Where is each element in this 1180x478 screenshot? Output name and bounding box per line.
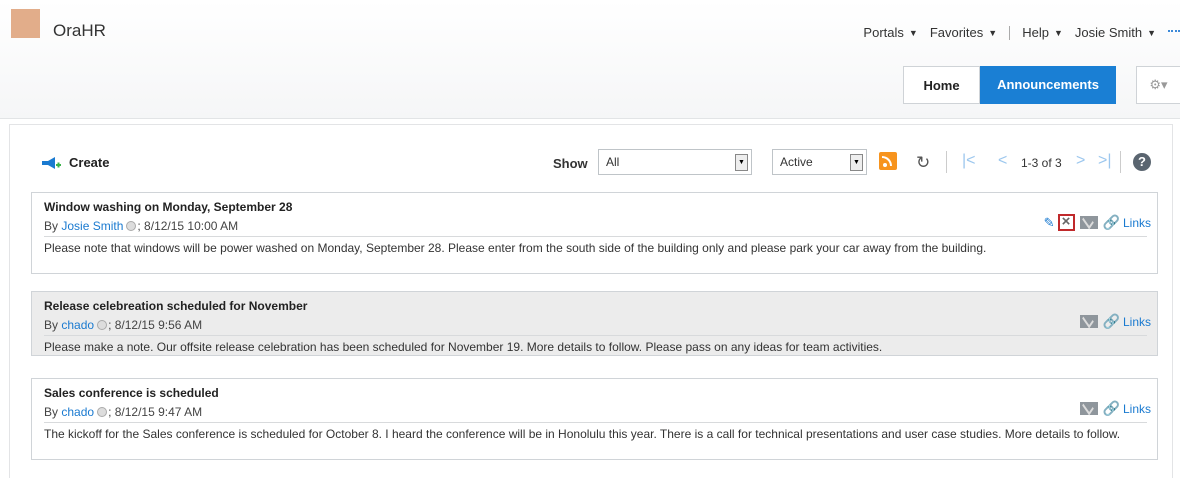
help-menu[interactable]: Help ▼ <box>1022 25 1063 40</box>
links-button[interactable]: Links <box>1123 216 1151 230</box>
tab-home[interactable]: Home <box>903 66 980 104</box>
portals-menu[interactable]: Portals ▼ <box>863 25 917 40</box>
announcement-title: Window washing on Monday, September 28 <box>44 200 293 214</box>
announcement-actions: 🔗 Links <box>1079 400 1151 417</box>
announcements-toolbar: Create Show All ▼ Active ▼ ↻ |< < 1-3 of… <box>10 147 1172 181</box>
announcement-item: Sales conference is scheduled By chado ; … <box>31 378 1158 460</box>
status-filter-value: Active <box>780 155 813 169</box>
email-icon[interactable] <box>1079 216 1098 229</box>
announcement-byline: By chado ; 8/12/15 9:56 AM <box>44 318 202 332</box>
delete-icon[interactable]: × <box>1057 214 1075 231</box>
chevron-down-icon: ▼ <box>1053 27 1063 38</box>
link-icon: 🔗 <box>1102 313 1120 329</box>
top-header: OraHR Portals ▼ Favorites ▼ Help ▼ Josie… <box>0 0 1180 119</box>
show-label: Show <box>553 156 588 171</box>
links-button[interactable]: Links <box>1123 402 1151 416</box>
help-label: Help <box>1022 25 1049 40</box>
announcement-item: Release celebreation scheduled for Novem… <box>31 291 1158 356</box>
link-icon: 🔗 <box>1102 214 1120 230</box>
next-page-icon[interactable]: > <box>1076 152 1085 170</box>
byline-prefix: By <box>44 219 59 233</box>
link-icon: 🔗 <box>1102 400 1120 416</box>
gear-icon[interactable]: ⚙▾ <box>1136 66 1180 104</box>
announcement-date: ; 8/12/15 9:56 AM <box>108 318 203 332</box>
announcement-byline: By chado ; 8/12/15 9:47 AM <box>44 405 202 419</box>
create-button[interactable]: Create <box>41 155 109 170</box>
favorites-menu[interactable]: Favorites ▼ <box>930 25 997 40</box>
divider <box>44 236 1147 237</box>
chevron-down-icon: ▼ <box>988 27 998 38</box>
divider <box>44 335 1147 336</box>
show-filter-value: All <box>606 155 620 169</box>
rss-feed-icon[interactable] <box>879 152 897 170</box>
author-link[interactable]: chado <box>61 405 94 419</box>
announcement-body: Please make a note. Our offsite release … <box>44 340 883 354</box>
chevron-down-icon: ▼ <box>1147 27 1156 38</box>
chevron-down-icon: ▼ <box>735 154 748 171</box>
toolbar-divider <box>1120 151 1121 173</box>
author-link[interactable]: Josie Smith <box>61 219 123 233</box>
announcement-title: Sales conference is scheduled <box>44 386 219 400</box>
app-title: OraHR <box>53 21 106 40</box>
show-filter-select[interactable]: All ▼ <box>598 149 752 175</box>
announcement-actions: ✎ × 🔗 Links <box>1044 214 1151 231</box>
create-label: Create <box>69 155 110 170</box>
divider <box>44 422 1147 423</box>
announcement-byline: By Josie Smith ; 8/12/15 10:00 AM <box>44 219 238 233</box>
announcement-body: Please note that windows will be power w… <box>44 241 987 255</box>
announcement-body: The kickoff for the Sales conference is … <box>44 427 1121 441</box>
first-page-icon[interactable]: |< <box>962 152 976 170</box>
app-logo <box>11 9 40 38</box>
announcement-actions: 🔗 Links <box>1079 313 1151 330</box>
user-menu[interactable]: Josie Smith ▼ <box>1075 25 1156 40</box>
presence-icon <box>97 407 108 417</box>
nav-divider <box>1009 25 1011 40</box>
global-nav: Portals ▼ Favorites ▼ Help ▼ Josie Smith… <box>863 25 1180 40</box>
chevron-down-icon: ▼ <box>908 27 918 38</box>
email-icon[interactable] <box>1079 315 1098 328</box>
author-link[interactable]: chado <box>61 318 94 332</box>
prev-page-icon[interactable]: < <box>998 152 1007 170</box>
byline-prefix: By <box>44 405 59 419</box>
refresh-icon[interactable]: ↻ <box>916 153 930 173</box>
tab-announcements[interactable]: Announcements <box>980 66 1116 104</box>
portals-label: Portals <box>863 25 904 40</box>
announcement-title: Release celebreation scheduled for Novem… <box>44 299 308 313</box>
megaphone-icon <box>42 156 61 169</box>
announcement-date: ; 8/12/15 10:00 AM <box>137 219 239 233</box>
more-icon[interactable] <box>1168 29 1180 36</box>
help-icon[interactable]: ? <box>1133 153 1151 171</box>
announcement-item: Window washing on Monday, September 28 B… <box>31 192 1158 274</box>
pager-status: 1-3 of 3 <box>1021 156 1062 170</box>
last-page-icon[interactable]: >| <box>1098 152 1112 170</box>
presence-icon <box>126 221 137 231</box>
page-tabs: Home Announcements <box>903 66 1116 104</box>
status-filter-select[interactable]: Active ▼ <box>772 149 867 175</box>
edit-icon[interactable]: ✎ <box>1044 215 1055 231</box>
toolbar-divider <box>946 151 947 173</box>
user-name: Josie Smith <box>1074 25 1143 40</box>
announcement-date: ; 8/12/15 9:47 AM <box>108 405 203 419</box>
favorites-label: Favorites <box>929 25 984 40</box>
announcements-panel: Create Show All ▼ Active ▼ ↻ |< < 1-3 of… <box>9 124 1173 478</box>
chevron-down-icon: ▼ <box>850 154 863 171</box>
email-icon[interactable] <box>1079 402 1098 415</box>
links-button[interactable]: Links <box>1123 315 1151 329</box>
presence-icon <box>97 320 108 330</box>
byline-prefix: By <box>44 318 59 332</box>
